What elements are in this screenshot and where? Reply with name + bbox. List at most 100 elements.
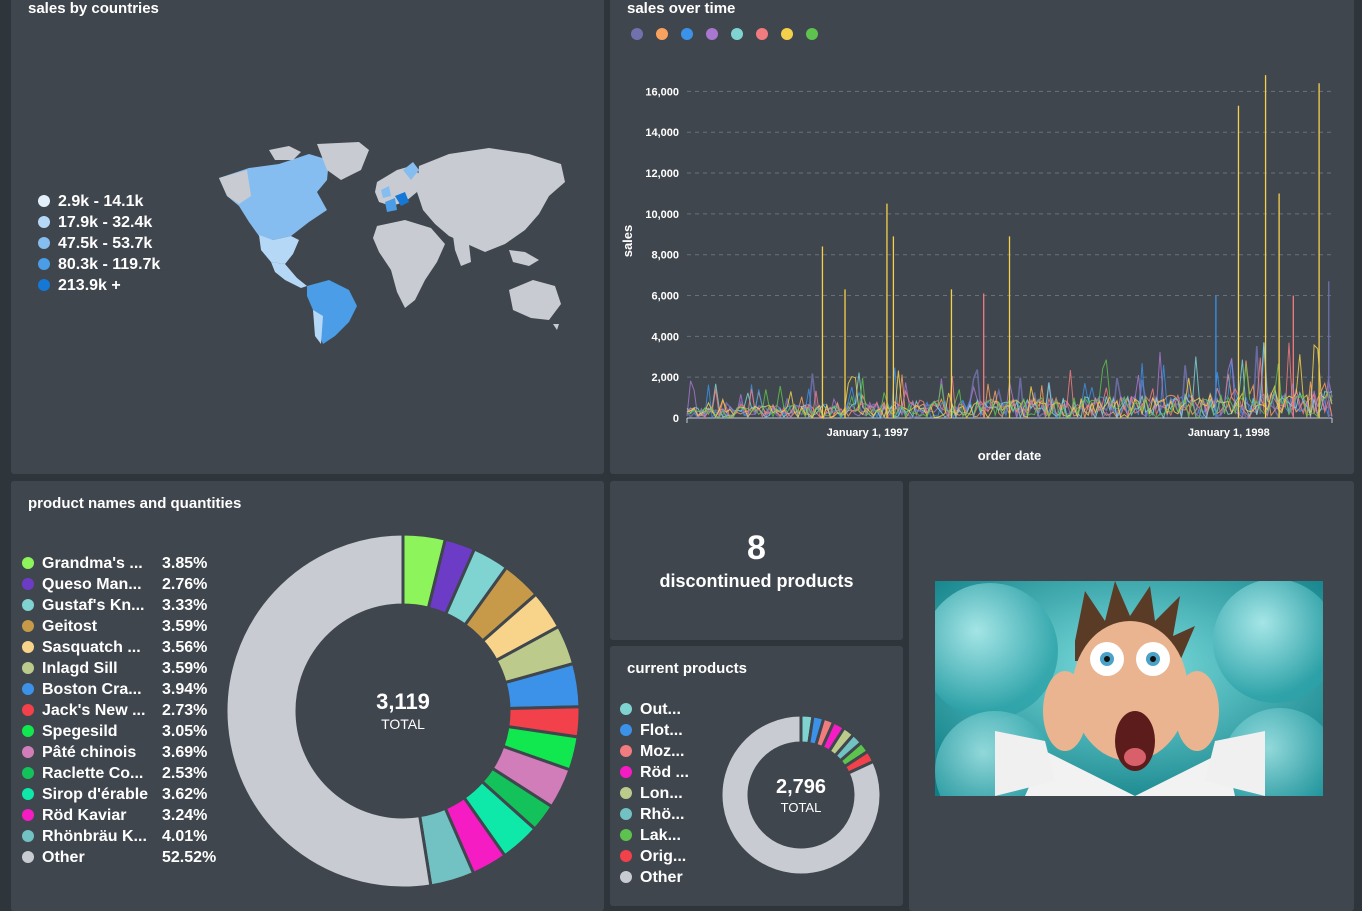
legend-label: Lak... <box>640 827 681 844</box>
legend-label: Röd ... <box>640 764 689 781</box>
series-legend-dot[interactable] <box>756 28 768 40</box>
series-legend-dot[interactable] <box>656 28 668 40</box>
legend-label: Queso Man... <box>42 576 142 593</box>
current-legend-item[interactable]: Other <box>620 868 683 888</box>
legend-dot <box>620 828 632 841</box>
current-legend: Out... Flot... Moz... Röd ... Lon... Rhö... La… <box>620 700 710 900</box>
legend-percent: 2.76% <box>162 576 208 593</box>
legend-dot <box>22 640 34 653</box>
y-tick-label: 12,000 <box>645 168 679 180</box>
series-legend-dot[interactable] <box>806 28 818 40</box>
product-legend-item[interactable]: Pâté chinois 3.69% <box>22 743 222 763</box>
legend-percent: 2.73% <box>162 702 208 719</box>
donut-total-value: 3,119 <box>376 689 430 714</box>
discontinued-count: 8 <box>747 529 766 567</box>
legend-label: Orig... <box>640 848 687 865</box>
legend-dot <box>22 850 34 863</box>
legend-label: Röd Kaviar <box>42 807 127 824</box>
legend-dot <box>620 702 632 715</box>
legend-label: Rhö... <box>640 806 685 823</box>
y-tick-label: 2,000 <box>651 372 679 384</box>
legend-label: Flot... <box>640 722 683 739</box>
legend-dot <box>620 786 632 799</box>
map-legend-item[interactable]: 47.5k - 53.7k <box>38 234 152 254</box>
card-title: product names and quantities <box>28 495 242 512</box>
legend-label: Lon... <box>640 785 683 802</box>
legend-label: Gustaf's Kn... <box>42 597 145 614</box>
donut-total-label: TOTAL <box>781 800 822 815</box>
y-tick-label: 4,000 <box>651 331 679 343</box>
product-legend-item[interactable]: Jack's New ... 2.73% <box>22 701 222 721</box>
current-legend-item[interactable]: Röd ... <box>620 763 689 783</box>
map-legend: 2.9k - 14.1k 17.9k - 32.4k 47.5k - 53.7k 80… <box>38 192 218 302</box>
legend-label: 80.3k - 119.7k <box>58 256 161 273</box>
legend-dot <box>22 619 34 632</box>
current-legend-item[interactable]: Lak... <box>620 826 681 846</box>
legend-label: Sasquatch ... <box>42 639 141 656</box>
legend-label: Inlagd Sill <box>42 660 118 677</box>
product-legend-item[interactable]: Inlagd Sill 3.59% <box>22 659 222 679</box>
map-legend-item[interactable]: 213.9k + <box>38 276 121 296</box>
product-legend-item[interactable]: Rhönbräu K... 4.01% <box>22 827 222 847</box>
legend-dot <box>22 829 34 842</box>
series-legend-dot[interactable] <box>681 28 693 40</box>
series-legend-dot[interactable] <box>731 28 743 40</box>
cartoon-image <box>935 581 1323 796</box>
legend-label: Raclette Co... <box>42 765 144 782</box>
legend-label: Geitost <box>42 618 98 635</box>
legend-label: Other <box>640 869 683 886</box>
product-legend-item[interactable]: Gustaf's Kn... 3.33% <box>22 596 222 616</box>
map-legend-item[interactable]: 2.9k - 14.1k <box>38 192 143 212</box>
legend-label: Jack's New ... <box>42 702 146 719</box>
legend-label: Pâté chinois <box>42 744 137 761</box>
product-legend-item[interactable]: Geitost 3.59% <box>22 617 222 637</box>
product-legend-item[interactable]: Röd Kaviar 3.24% <box>22 806 222 826</box>
legend-label: Spegesild <box>42 723 118 740</box>
legend-percent: 3.05% <box>162 723 208 740</box>
legend-dot <box>620 849 632 862</box>
legend-dot <box>22 766 34 779</box>
discontinued-products-card: 8 discontinued products <box>610 481 903 640</box>
discontinued-label: discontinued products <box>659 571 854 591</box>
product-legend-item[interactable]: Sasquatch ... 3.56% <box>22 638 222 658</box>
current-legend-item[interactable]: Orig... <box>620 847 686 867</box>
current-legend-item[interactable]: Moz... <box>620 742 684 762</box>
legend-label: Sirop d'érable <box>42 786 149 803</box>
legend-dot <box>38 236 50 249</box>
current-legend-item[interactable]: Flot... <box>620 721 683 741</box>
products-legend: Grandma's ... 3.85% Queso Man... 2.76% Gusta… <box>22 554 232 874</box>
legend-percent: 3.69% <box>162 744 208 761</box>
legend-label: Out... <box>640 701 681 718</box>
product-legend-item[interactable]: Raclette Co... 2.53% <box>22 764 222 784</box>
product-legend-item[interactable]: Grandma's ... 3.85% <box>22 554 222 574</box>
legend-percent: 3.59% <box>162 660 208 677</box>
legend-dot <box>620 870 632 883</box>
map-legend-item[interactable]: 80.3k - 119.7k <box>38 255 160 275</box>
legend-dot <box>22 787 34 800</box>
legend-label: Grandma's ... <box>42 555 143 572</box>
current-legend-item[interactable]: Out... <box>620 700 681 720</box>
map-legend-item[interactable]: 17.9k - 32.4k <box>38 213 152 233</box>
legend-dot <box>22 703 34 716</box>
legend-percent: 3.24% <box>162 807 208 824</box>
legend-label: Boston Cra... <box>42 681 142 698</box>
current-legend-item[interactable]: Rhö... <box>620 805 684 825</box>
product-names-card: product names and quantities Grandma's .… <box>11 481 604 911</box>
product-legend-item[interactable]: Sirop d'érable 3.62% <box>22 785 222 805</box>
product-legend-item[interactable]: Boston Cra... 3.94% <box>22 680 222 700</box>
donut-total-label: TOTAL <box>381 716 425 732</box>
series-legend-dot[interactable] <box>781 28 793 40</box>
legend-percent: 3.85% <box>162 555 208 572</box>
legend-percent: 3.59% <box>162 618 208 635</box>
series-legend-dot[interactable] <box>706 28 718 40</box>
series-legend-dot[interactable] <box>631 28 643 40</box>
product-legend-item[interactable]: Queso Man... 2.76% <box>22 575 222 595</box>
card-title: sales by countries <box>28 0 159 17</box>
legend-dot <box>22 745 34 758</box>
current-legend-item[interactable]: Lon... <box>620 784 683 804</box>
y-tick-label: 14,000 <box>645 127 679 139</box>
product-legend-item[interactable]: Spegesild 3.05% <box>22 722 222 742</box>
legend-dot <box>620 807 632 820</box>
product-legend-item[interactable]: Other 52.52% <box>22 848 222 868</box>
legend-percent: 4.01% <box>162 828 208 845</box>
